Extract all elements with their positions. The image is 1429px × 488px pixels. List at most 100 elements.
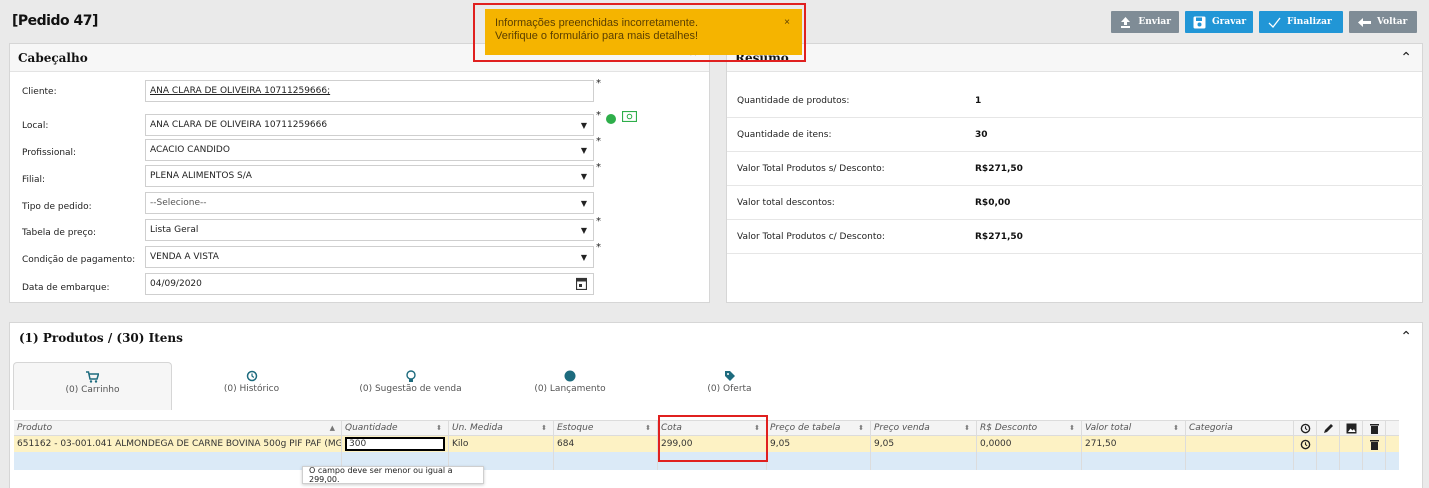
summary-row: Quantidade de itens: 30 [727,118,1424,152]
gravar-label: Gravar [1212,17,1247,27]
cliente-row: Cliente: [22,80,142,104]
column-header-un-medida[interactable]: Un. Medida ⬍ [449,421,554,435]
column-header-desconto[interactable]: R$ Desconto ⬍ [977,421,1082,435]
summary-panel: Resumo ⌃ Quantidade de produtos: 1 Quant… [726,43,1424,303]
tabela-select[interactable]: Lista Geral ▼ [145,219,594,241]
profissional-select[interactable]: ACACIO CANDIDO ▼ [145,139,594,161]
filial-label: Filial: [22,175,46,185]
tab-historico[interactable]: (0) Histórico [172,362,331,410]
cota-highlight-box [658,415,768,462]
empty-cell [1082,452,1186,470]
cliente-field[interactable]: ANA CLARA DE OLIVEIRA 10711259666; [145,80,594,102]
local-select[interactable]: ANA CLARA DE OLIVEIRA 10711259666 ▼ [145,114,594,136]
column-header-produto[interactable]: Produto ▲ [14,421,342,435]
tab-label: (0) Lançamento [534,384,606,394]
tab-oferta[interactable]: (0) Oferta [650,362,809,410]
status-dot-icon [606,114,616,124]
voltar-button[interactable]: Voltar [1349,11,1417,33]
condicao-row: Condição de pagamento: [22,248,142,272]
badge-icon [490,370,650,382]
empty-cell [977,452,1082,470]
profissional-row: Profissional: [22,141,142,165]
finalizar-label: Finalizar [1287,17,1332,27]
profissional-required: * [596,136,601,147]
summary-label: Valor Total Produtos s/ Desconto: [737,163,885,174]
history-icon [172,370,331,382]
column-header-valor-total[interactable]: Valor total ⬍ [1082,421,1186,435]
empty-cell [14,452,342,470]
column-header-preco-venda[interactable]: Preço venda ⬍ [871,421,977,435]
calendar-icon[interactable] [575,277,588,293]
profissional-value: ACACIO CANDIDO [150,145,230,155]
filial-select[interactable]: PLENA ALIMENTOS S/A ▼ [145,165,594,187]
enviar-button[interactable]: Enviar [1111,11,1179,33]
quantity-input[interactable]: 300 [345,437,445,451]
save-icon [1193,16,1206,29]
trash-icon[interactable] [1363,421,1386,435]
caret-down-icon: ▼ [580,199,587,208]
tab-label: (0) Sugestão de venda [359,384,462,394]
tab-label: (0) Histórico [223,384,280,394]
data-input[interactable]: 04/09/2020 [145,273,594,295]
local-row: Local: [22,114,142,138]
chevron-up-icon[interactable]: ⌃ [1400,329,1412,345]
tab-lancamento[interactable]: (0) Lançamento [490,362,650,410]
empty-cell [871,452,977,470]
money-icon[interactable] [621,110,638,125]
column-header-quantidade[interactable]: Quantidade ⬍ [342,421,449,435]
tab-sugestao[interactable]: (0) Sugestão de venda [331,362,490,410]
data-value: 04/09/2020 [150,279,202,289]
tipo-row: Tipo de pedido: [22,195,142,219]
image-icon[interactable] [1340,421,1363,435]
summary-label: Valor Total Produtos c/ Desconto: [737,231,885,242]
caret-down-icon: ▼ [580,226,587,235]
tab-label: (0) Oferta [707,384,752,394]
summary-label: Quantidade de itens: [737,129,832,140]
column-header-categoria[interactable]: Categoria [1186,421,1294,435]
summary-value: R$271,50 [975,231,1023,242]
empty-cell [1317,436,1340,452]
cliente-required: * [596,78,601,89]
page-title: [Pedido 47] [12,13,98,29]
tipo-select[interactable]: --Selecione-- ▼ [145,192,594,214]
history-icon[interactable] [1294,436,1317,452]
condicao-select[interactable]: VENDA A VISTA ▼ [145,246,594,268]
empty-cell [554,452,658,470]
tab-label: (0) Carrinho [65,385,120,395]
summary-row: Valor Total Produtos s/ Desconto: R$271,… [727,152,1424,186]
cell-un-medida: Kilo [449,436,554,452]
empty-cell [1340,452,1363,470]
summary-row: Valor Total Produtos c/ Desconto: R$271,… [727,220,1424,254]
tipo-label: Tipo de pedido: [22,202,92,212]
trash-icon[interactable] [1363,436,1386,452]
products-panel-title: (1) Produtos / (30) Itens [19,331,183,345]
empty-cell [1363,452,1386,470]
cell-quantidade: 300 [342,436,449,452]
pencil-icon[interactable] [1317,421,1340,435]
summary-row: Valor total descontos: R$0,00 [727,186,1424,220]
column-header-preco-tabela[interactable]: Preço de tabela ⬍ [767,421,871,435]
summary-value: R$271,50 [975,163,1023,174]
local-label: Local: [22,121,49,131]
caret-down-icon: ▼ [580,146,587,155]
summary-label: Valor total descontos: [737,197,835,208]
history-icon[interactable] [1294,421,1317,435]
finalizar-button[interactable]: Finalizar [1259,11,1343,33]
caret-down-icon: ▼ [580,121,587,130]
arrow-left-icon [1357,17,1371,27]
condicao-label: Condição de pagamento: [22,255,136,265]
tabela-label: Tabela de preço: [22,228,96,238]
empty-cell [1317,452,1340,470]
toast-highlight-box [473,3,806,62]
cart-icon [14,371,171,383]
tab-carrinho[interactable]: (0) Carrinho [13,362,172,410]
summary-value: 30 [975,129,988,140]
header-panel: Cabeçalho ⌃ Cliente: ANA CLARA DE OLIVEI… [9,43,710,303]
gravar-button[interactable]: Gravar [1185,11,1253,33]
column-header-estoque[interactable]: Estoque ⬍ [554,421,658,435]
chevron-up-icon[interactable]: ⌃ [1400,50,1412,66]
summary-row: Quantidade de produtos: 1 [727,84,1424,118]
tag-icon [650,370,809,382]
condicao-value: VENDA A VISTA [150,252,219,262]
tabela-value: Lista Geral [150,225,199,235]
